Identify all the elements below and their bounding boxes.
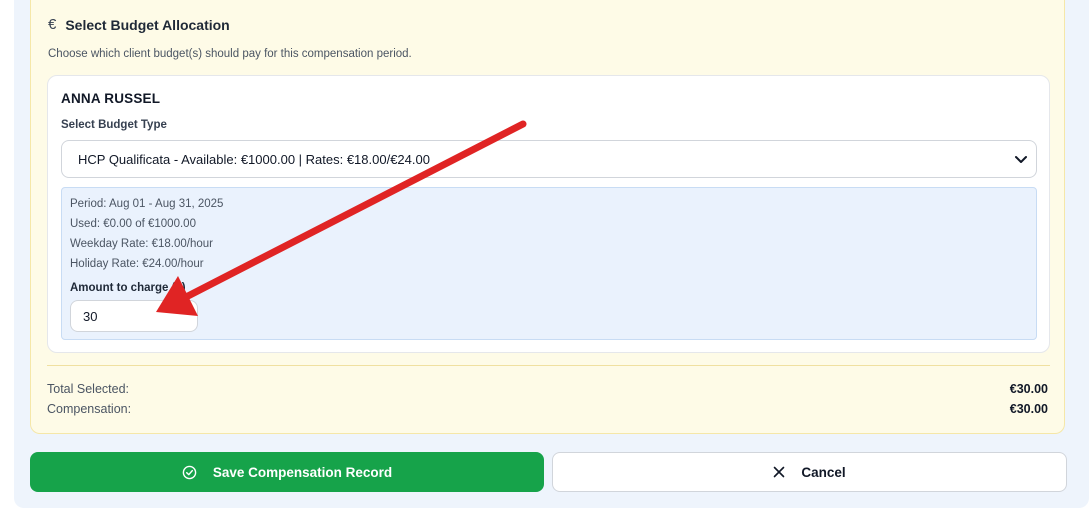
- client-budget-card: ANNA RUSSEL Select Budget Type HCP Quali…: [47, 75, 1050, 353]
- budget-type-selected-value: HCP Qualificata - Available: €1000.00 | …: [78, 152, 430, 167]
- compensation-label: Compensation:: [47, 402, 132, 416]
- budget-period: Period: Aug 01 - Aug 31, 2025: [70, 198, 224, 210]
- section-title: € Select Budget Allocation: [48, 16, 230, 33]
- euro-icon: €: [48, 16, 57, 33]
- total-selected-value: €30.00: [1009, 382, 1048, 396]
- weekday-rate: Weekday Rate: €18.00/hour: [70, 238, 213, 250]
- compensation-value: €30.00: [1009, 402, 1048, 416]
- cancel-button-label: Cancel: [801, 464, 846, 480]
- holiday-rate: Holiday Rate: €24.00/hour: [70, 258, 204, 270]
- section-title-text: Select Budget Allocation: [65, 16, 230, 33]
- budget-used: Used: €0.00 of €1000.00: [70, 218, 196, 230]
- budget-allocation-section: € Select Budget Allocation Choose which …: [30, 0, 1065, 434]
- close-icon: [774, 466, 785, 478]
- budget-type-select[interactable]: HCP Qualificata - Available: €1000.00 | …: [61, 140, 1037, 178]
- amount-input[interactable]: [70, 300, 198, 332]
- budget-type-label: Select Budget Type: [61, 119, 167, 131]
- budget-info-box: Period: Aug 01 - Aug 31, 2025 Used: €0.0…: [61, 187, 1037, 340]
- cancel-button[interactable]: Cancel: [552, 452, 1067, 492]
- save-button-label: Save Compensation Record: [212, 464, 393, 480]
- summary-divider: [47, 365, 1050, 366]
- chevron-down-icon: [1015, 156, 1027, 163]
- check-circle-icon: [182, 465, 197, 479]
- amount-label: Amount to charge (€): [70, 282, 186, 294]
- client-name: ANNA RUSSEL: [61, 91, 161, 106]
- total-selected-label: Total Selected:: [47, 382, 129, 396]
- save-compensation-button[interactable]: Save Compensation Record: [30, 452, 544, 492]
- section-description: Choose which client budget(s) should pay…: [48, 48, 412, 60]
